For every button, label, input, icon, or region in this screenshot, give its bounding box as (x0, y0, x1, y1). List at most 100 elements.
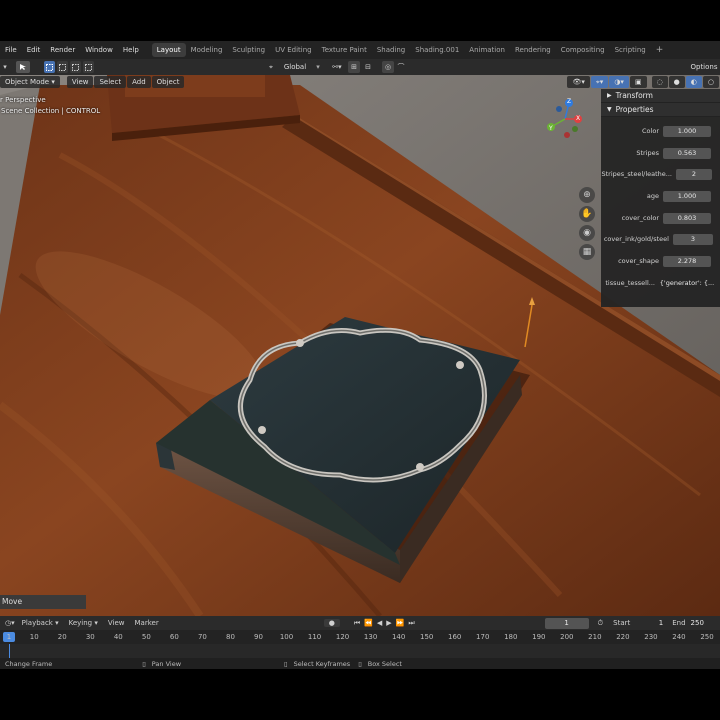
menu-render[interactable]: Render (45, 46, 80, 54)
tab-scripting[interactable]: Scripting (610, 43, 651, 57)
transform-orientation-dropdown[interactable]: Global (278, 61, 312, 73)
tab-animation[interactable]: Animation (464, 43, 510, 57)
chevron-down-icon: ▾ (316, 63, 320, 71)
frame-tick-label: 90 (254, 633, 263, 641)
shading-wireframe-icon[interactable]: ◌ (651, 76, 668, 88)
select-tool-icon[interactable] (16, 61, 30, 73)
property-label: cover_ink/gold/steel (603, 235, 669, 243)
property-field[interactable]: 1.000 (663, 125, 711, 137)
clock-icon[interactable]: ⏱ (593, 619, 608, 628)
camera-icon[interactable]: ◉ (579, 225, 595, 241)
play-icon[interactable]: ▶ (384, 619, 393, 627)
tab-texture-paint[interactable]: Texture Paint (317, 43, 372, 57)
tab-modeling[interactable]: Modeling (186, 43, 228, 57)
frame-tick-label: 130 (363, 633, 378, 641)
3d-viewport[interactable]: Object Mode ▾ View Select Add Object 👁▾ … (0, 75, 720, 616)
object-mode-dropdown[interactable]: Object Mode ▾ (0, 76, 60, 88)
property-label: cover_color (621, 214, 659, 222)
last-operator-panel[interactable]: Move (0, 595, 86, 609)
add-workspace-icon[interactable]: + (651, 43, 669, 57)
select-mode-new-icon[interactable] (44, 61, 55, 73)
tab-shading[interactable]: Shading (372, 43, 410, 57)
jump-start-icon[interactable]: ⏮ (352, 619, 362, 628)
start-frame-field[interactable]: 1 (635, 618, 667, 629)
tab-uv-editing[interactable]: UV Editing (270, 43, 317, 57)
property-label: tissue_tessell... (605, 279, 655, 287)
ortho-grid-icon[interactable]: ▦ (579, 244, 595, 260)
editor-type-icon[interactable]: ▾ (0, 61, 10, 73)
select-mode-subtract-icon[interactable] (70, 61, 81, 73)
shading-solid-icon[interactable]: ● (668, 76, 685, 88)
property-label: Stripes_steel/leathe... (601, 170, 673, 178)
frame-tick-label: 240 (672, 633, 686, 641)
select-mode-invert-icon[interactable] (83, 61, 94, 73)
proportional-edit-icon[interactable]: ◎ (382, 61, 394, 73)
xray-toggle-icon[interactable]: ▣ (629, 76, 647, 88)
visibility-toggle-icon[interactable]: 👁▾ (567, 76, 590, 88)
jump-keyframe-back-icon[interactable]: ⏪ (362, 619, 375, 627)
timeline-editor-icon[interactable]: ◷▾ (0, 619, 17, 627)
pan-hand-icon[interactable]: ✋ (579, 206, 595, 222)
view-menu[interactable]: View (66, 76, 94, 88)
timeline-track[interactable] (0, 644, 720, 658)
frame-tick-label: 30 (85, 633, 95, 641)
shading-rendered-icon[interactable]: ○ (702, 76, 719, 88)
pivot-point-icon[interactable]: ⚯▾ (328, 61, 346, 73)
menu-file[interactable]: File (0, 46, 22, 54)
transform-orientation-icon[interactable]: ⌖ (266, 61, 276, 73)
options-label: Options (690, 63, 718, 71)
change-frame-hint: Change Frame (5, 659, 53, 668)
property-field[interactable]: 2 (676, 168, 712, 180)
proportional-falloff-icon[interactable]: ⌒ (396, 61, 406, 73)
pan-view-hint: Pan View (151, 659, 182, 668)
marker-menu[interactable]: Marker (130, 619, 164, 627)
snap-target-icon[interactable]: ⊟ (362, 61, 374, 73)
property-field[interactable]: 0.563 (663, 147, 711, 159)
transform-panel-header[interactable]: ▶ Transform (601, 89, 720, 103)
select-menu[interactable]: Select (94, 76, 127, 88)
options-button[interactable]: Options (690, 61, 718, 73)
tab-shading-001[interactable]: Shading.001 (410, 43, 464, 57)
sidebar-n-panel: ▶ Transform ▼ Properties Color 1.000 Str… (601, 89, 720, 307)
property-field[interactable]: {'generator': {... (659, 278, 715, 289)
menu-window[interactable]: Window (80, 46, 118, 54)
gizmo-toggle-icon[interactable]: ⌖▾ (590, 76, 609, 88)
start-label: Start (613, 619, 631, 627)
record-icon[interactable]: ● (323, 619, 340, 627)
select-mode-extend-icon[interactable] (57, 61, 68, 73)
overlay-toggle-icon[interactable]: ◑▾ (609, 76, 629, 88)
object-menu[interactable]: Object (151, 76, 185, 88)
keying-menu[interactable]: Keying ▾ (64, 619, 103, 627)
playback-menu[interactable]: Playback ▾ (17, 619, 64, 627)
frame-tick-label: 220 (616, 633, 630, 641)
property-field[interactable]: 2.278 (663, 255, 711, 267)
property-label: Stripes (636, 149, 659, 157)
property-field[interactable]: 1.000 (663, 190, 711, 202)
zoom-icon[interactable]: ⊕ (579, 187, 595, 203)
menu-edit[interactable]: Edit (22, 46, 46, 54)
timeline-ruler[interactable]: 1 10 20 30 40 50 60 70 80 90 100 110 120 130 140 150 160… (0, 630, 720, 644)
property-field[interactable]: 0.803 (663, 212, 711, 224)
frame-tick-label: 140 (391, 633, 406, 641)
tab-layout[interactable]: Layout (151, 43, 186, 57)
playback-label: Playback (21, 619, 53, 627)
end-frame-field[interactable]: 250 (691, 618, 709, 629)
frame-tick-label: 80 (225, 633, 235, 641)
play-reverse-icon[interactable]: ◀ (375, 619, 384, 627)
tab-compositing[interactable]: Compositing (556, 43, 610, 57)
tab-sculpting[interactable]: Sculpting (227, 43, 270, 57)
snap-icon[interactable]: ⊞ (348, 61, 360, 73)
property-field[interactable]: 3 (673, 233, 713, 245)
frame-tick-label: 110 (307, 633, 322, 641)
tab-rendering[interactable]: Rendering (510, 43, 556, 57)
view-perspective-label: r Perspective (0, 96, 46, 104)
menu-help[interactable]: Help (118, 46, 144, 54)
frame-tick-label: 60 (169, 633, 179, 641)
shading-material-icon[interactable]: ◐ (685, 76, 702, 88)
view-menu-timeline[interactable]: View (103, 619, 130, 627)
jump-end-icon[interactable]: ⏭ (406, 619, 416, 628)
jump-keyframe-forward-icon[interactable]: ⏩ (394, 619, 407, 627)
properties-panel-header[interactable]: ▼ Properties (601, 103, 720, 117)
current-frame-field[interactable]: 1 (544, 617, 589, 629)
add-menu[interactable]: Add (127, 76, 151, 88)
